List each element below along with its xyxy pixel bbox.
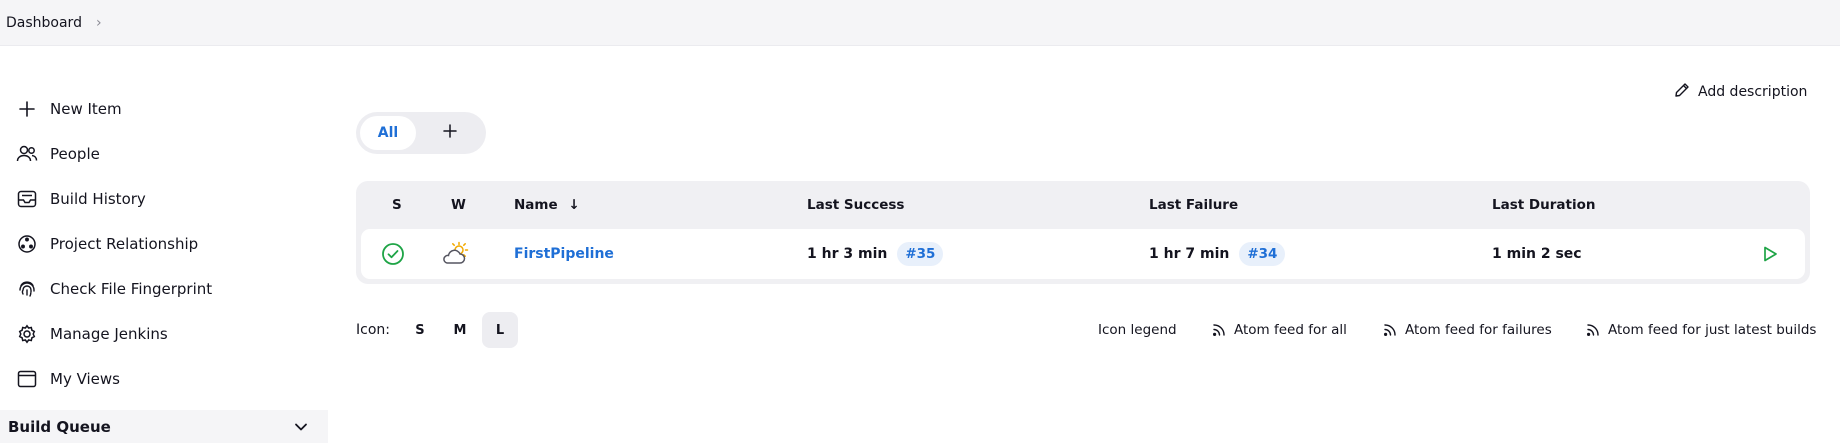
- build-queue-label: Build Queue: [8, 417, 111, 436]
- sidebar-item-people[interactable]: People: [16, 138, 100, 170]
- rss-icon: [1586, 324, 1599, 336]
- schedule-build-button[interactable]: [1761, 229, 1779, 279]
- success-status-icon: [381, 229, 405, 279]
- table-row: FirstPipeline 1 hr 3 min #35 1 hr 7 min …: [361, 229, 1805, 279]
- sidebar-item-label: My Views: [50, 370, 120, 388]
- inbox-icon: [16, 188, 38, 210]
- breadcrumb-bar: Dashboard ›: [0, 0, 1840, 46]
- fingerprint-icon: [16, 278, 38, 300]
- chevron-down-icon[interactable]: [294, 418, 308, 436]
- atom-feed-all-label: Atom feed for all: [1234, 322, 1347, 338]
- sidebar-item-build-history[interactable]: Build History: [16, 183, 146, 215]
- tab-all[interactable]: All: [360, 116, 416, 150]
- job-name-cell: FirstPipeline: [514, 229, 614, 279]
- sidebar-item-manage-jenkins[interactable]: Manage Jenkins: [16, 318, 168, 350]
- sidebar-item-label: New Item: [50, 100, 122, 118]
- last-success-cell: 1 hr 3 min #35: [807, 229, 944, 279]
- column-header-status[interactable]: S: [392, 197, 402, 213]
- sort-arrow-down-icon: ↓: [568, 197, 580, 213]
- window-icon: [16, 368, 38, 390]
- build-queue-header[interactable]: Build Queue: [0, 410, 328, 443]
- job-link[interactable]: FirstPipeline: [514, 246, 614, 262]
- column-header-weather[interactable]: W: [451, 197, 466, 213]
- jobs-table: S W Name ↓ Last Success Last Failure Las…: [356, 181, 1810, 284]
- sidebar-item-project-relationship[interactable]: Project Relationship: [16, 228, 198, 260]
- add-description-button[interactable]: Add description: [1674, 80, 1807, 104]
- sidebar-item-label: Build History: [50, 190, 146, 208]
- last-failure-build-link[interactable]: #34: [1239, 242, 1286, 266]
- last-success-build-link[interactable]: #35: [897, 242, 944, 266]
- add-description-label: Add description: [1698, 84, 1808, 100]
- icon-size-label: Icon:: [356, 322, 390, 338]
- sidebar-item-check-file-fingerprint[interactable]: Check File Fingerprint: [16, 273, 212, 305]
- weather-partly-cloudy-icon: [441, 229, 469, 279]
- column-header-name-label: Name: [514, 197, 558, 213]
- last-duration-cell: 1 min 2 sec: [1492, 246, 1582, 262]
- atom-feed-failures-link[interactable]: Atom feed for failures: [1383, 318, 1552, 342]
- rss-icon: [1383, 324, 1396, 336]
- breadcrumb-dashboard[interactable]: Dashboard: [6, 15, 82, 31]
- relationship-icon: [16, 233, 38, 255]
- view-tabs: All: [356, 112, 486, 154]
- icon-size-selector: Icon: S M L: [356, 312, 518, 348]
- column-header-last-duration[interactable]: Last Duration: [1492, 197, 1595, 213]
- atom-feed-failures-label: Atom feed for failures: [1405, 322, 1552, 338]
- sidebar-item-label: Check File Fingerprint: [50, 280, 213, 298]
- sidebar-item-label: People: [50, 145, 100, 163]
- table-header: S W Name ↓ Last Success Last Failure Las…: [356, 181, 1810, 229]
- atom-feed-all-link[interactable]: Atom feed for all: [1212, 318, 1347, 342]
- rss-icon: [1212, 324, 1225, 336]
- sidebar-item-new-item[interactable]: New Item: [16, 93, 122, 125]
- column-header-last-success[interactable]: Last Success: [807, 197, 904, 213]
- pencil-icon: [1674, 82, 1690, 102]
- plus-icon: [16, 98, 38, 120]
- sidebar-item-label: Project Relationship: [50, 235, 199, 253]
- gear-icon: [16, 323, 38, 345]
- people-icon: [16, 143, 38, 165]
- sidebar: New Item People Build History Project Re…: [0, 46, 328, 443]
- sidebar-item-my-views[interactable]: My Views: [16, 363, 120, 395]
- last-failure-time: 1 hr 7 min: [1149, 246, 1230, 262]
- column-header-name[interactable]: Name ↓: [514, 197, 580, 213]
- atom-feed-latest-link[interactable]: Atom feed for just latest builds: [1586, 318, 1816, 342]
- last-success-time: 1 hr 3 min: [807, 246, 888, 262]
- plus-icon: [442, 123, 458, 143]
- last-failure-cell: 1 hr 7 min #34: [1149, 229, 1286, 279]
- breadcrumb-separator-icon[interactable]: ›: [96, 15, 102, 31]
- atom-feed-latest-label: Atom feed for just latest builds: [1608, 322, 1817, 338]
- icon-size-small[interactable]: S: [402, 312, 438, 348]
- column-header-last-failure[interactable]: Last Failure: [1149, 197, 1238, 213]
- add-view-button[interactable]: [420, 116, 480, 150]
- icon-legend-link[interactable]: Icon legend: [1098, 318, 1177, 342]
- icon-size-medium[interactable]: M: [442, 312, 478, 348]
- sidebar-item-label: Manage Jenkins: [50, 325, 168, 343]
- icon-size-large[interactable]: L: [481, 312, 518, 348]
